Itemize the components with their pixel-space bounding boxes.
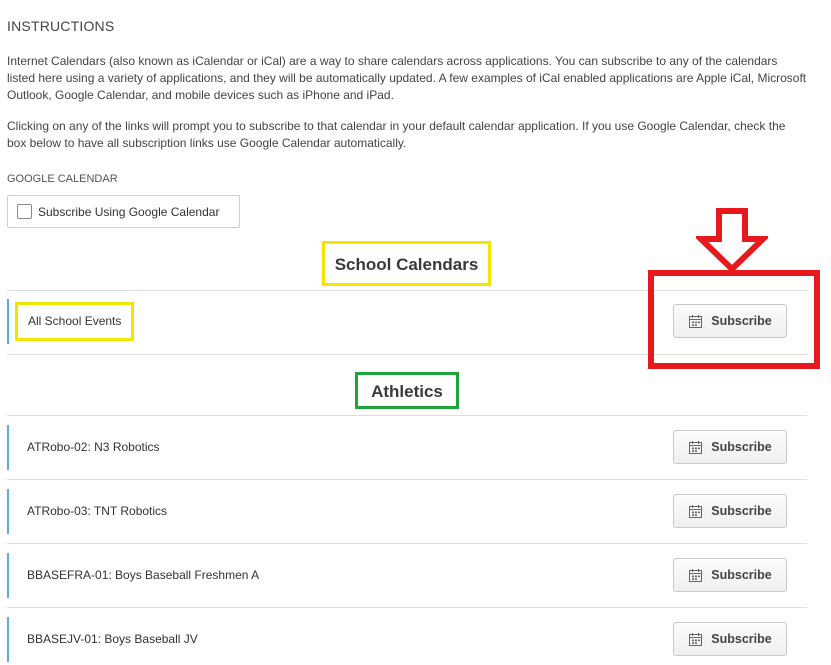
row-accent-bar [7, 299, 9, 344]
calendar-name: BBASEJV-01: Boys Baseball JV [27, 632, 198, 646]
annotation-arrow-down-icon [696, 208, 768, 272]
annotation-highlight-box [648, 270, 820, 369]
subscribe-button-label: Subscribe [711, 504, 772, 518]
google-calendar-label: GOOGLE CALENDAR [7, 173, 118, 185]
section-title-school-calendars: School Calendars [322, 241, 491, 286]
calendar-icon [689, 504, 703, 518]
subscribe-button[interactable]: Subscribe [673, 430, 787, 464]
row-accent-bar [7, 425, 9, 470]
calendar-row: ATRobo-02: N3 Robotics Subscribe [7, 425, 807, 470]
calendar-name: ATRobo-02: N3 Robotics [27, 440, 160, 454]
instructions-paragraph-1: Internet Calendars (also known as iCalen… [7, 54, 807, 102]
google-calendar-option[interactable]: Subscribe Using Google Calendar [7, 195, 240, 228]
subscribe-button[interactable]: Subscribe [673, 494, 787, 528]
google-calendar-checkbox-label: Subscribe Using Google Calendar [38, 204, 220, 219]
row-accent-bar [7, 553, 9, 598]
instructions-heading: INSTRUCTIONS [7, 18, 115, 34]
calendar-row: ATRobo-03: TNT Robotics Subscribe [7, 489, 807, 534]
calendar-name: All School Events [15, 302, 135, 341]
subscribe-button-label: Subscribe [711, 568, 772, 582]
subscribe-button-label: Subscribe [711, 632, 772, 646]
calendar-icon [689, 632, 703, 646]
calendar-row: BBASEFRA-01: Boys Baseball Freshmen A Su… [7, 553, 807, 598]
divider [7, 415, 807, 416]
instructions-paragraph-2: Clicking on any of the links will prompt… [7, 119, 786, 150]
divider [7, 479, 807, 480]
section-title-athletics: Athletics [355, 372, 459, 409]
divider [7, 607, 807, 608]
calendar-icon [689, 568, 703, 582]
row-accent-bar [7, 489, 9, 534]
calendar-name: ATRobo-03: TNT Robotics [27, 504, 168, 518]
google-calendar-checkbox[interactable] [17, 204, 32, 219]
subscribe-button-label: Subscribe [711, 440, 772, 454]
calendar-icon [689, 440, 703, 454]
subscribe-button[interactable]: Subscribe [673, 558, 787, 592]
divider [7, 543, 807, 544]
subscribe-button[interactable]: Subscribe [673, 622, 787, 656]
row-accent-bar [7, 617, 9, 662]
calendar-name: BBASEFRA-01: Boys Baseball Freshmen A [27, 568, 260, 582]
calendar-row: BBASEJV-01: Boys Baseball JV Subscribe [7, 617, 807, 662]
